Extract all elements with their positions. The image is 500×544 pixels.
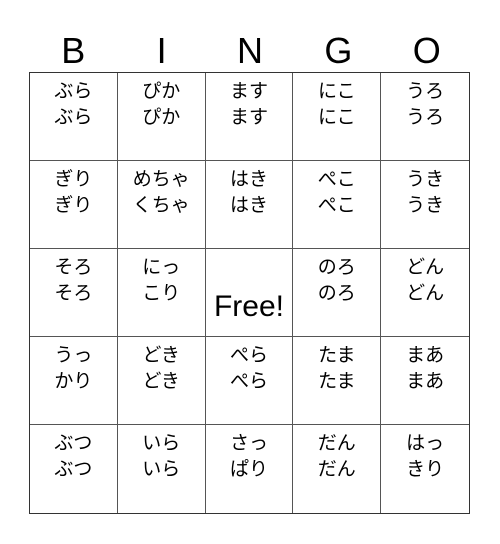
cell-line-2: たま — [318, 370, 356, 392]
cell-line-2: いら — [142, 458, 181, 480]
cell-line-1: ます — [229, 80, 268, 102]
bingo-cell: うき うき — [381, 161, 469, 249]
bingo-cell: どん どん — [381, 249, 469, 337]
cell-line-1: のろ — [317, 256, 356, 278]
header-letter-n: N — [236, 30, 263, 71]
bingo-cell: にこ にこ — [293, 73, 382, 161]
cell-line-2: ぎり — [54, 194, 93, 216]
cell-line-1: うっ — [54, 344, 93, 366]
cell-line-2: かり — [54, 370, 93, 392]
header-letter-g: G — [324, 30, 353, 71]
cell-line-2: うき — [406, 194, 445, 216]
cell-line-1: まあ — [406, 344, 445, 366]
bingo-cell: さっ ぱり — [206, 425, 294, 513]
cell-line-2: のろ — [317, 282, 356, 304]
cell-line-1: いら — [142, 432, 181, 454]
cell-line-2: はき — [229, 194, 268, 216]
bingo-cell: たま たま — [293, 337, 382, 425]
cell-line-1: だん — [317, 432, 356, 454]
cell-line-2: くちゃ — [132, 194, 190, 216]
cell-line-2: こり — [142, 282, 181, 304]
cell-line-1: ぎり — [54, 168, 93, 190]
cell-line-2: にこ — [317, 106, 356, 128]
bingo-cell: いら いら — [118, 425, 206, 513]
bingo-cell: ぴか ぴか — [117, 73, 206, 161]
cell-line-1: ぺこ — [317, 168, 356, 190]
bingo-cell: まあ まあ — [381, 337, 469, 425]
bingo-cell: だん だん — [293, 425, 382, 513]
header-letter-o: O — [412, 30, 441, 71]
cell-line-2: ぶつ — [54, 458, 93, 480]
cell-line-2: ぴか — [142, 106, 181, 128]
bingo-cell: うっ かり — [30, 337, 118, 425]
cell-line-1: はっ — [406, 432, 445, 454]
cell-line-1: どき — [142, 344, 180, 366]
cell-line-1: うき — [406, 168, 445, 190]
cell-line-2: ぶら — [54, 106, 93, 128]
bingo-cell: ぎり ぎり — [30, 161, 118, 249]
bingo-header: B I N G O — [29, 30, 471, 72]
free-space-label: Free! — [213, 289, 284, 323]
bingo-cell: めちゃ くちゃ — [117, 161, 206, 249]
cell-line-2: だん — [317, 458, 356, 480]
cell-line-1: さっ — [229, 432, 268, 454]
bingo-cell: はっ きり — [381, 425, 469, 513]
bingo-cell: どき どき — [117, 337, 206, 425]
cell-line-1: ぺら — [229, 344, 268, 366]
cell-line-1: ぶら — [54, 80, 93, 102]
header-letter-i: I — [156, 30, 167, 71]
bingo-cell: ぺら ぺら — [205, 337, 294, 425]
cell-line-1: めちゃ — [132, 168, 190, 190]
cell-line-1: はき — [229, 168, 268, 190]
bingo-cell: そろ そろ — [30, 249, 118, 337]
cell-line-2: うろ — [406, 106, 445, 128]
cell-line-2: そろ — [54, 282, 93, 304]
bingo-cell: はき はき — [205, 161, 294, 249]
cell-line-1: ぴか — [142, 80, 181, 102]
cell-line-2: どん — [406, 282, 445, 304]
cell-line-2: ます — [229, 106, 268, 128]
cell-line-1: うろ — [406, 80, 445, 102]
cell-line-1: ぶつ — [54, 432, 93, 454]
cell-line-2: まあ — [406, 370, 445, 392]
bingo-cell: ぶら ぶら — [30, 73, 118, 161]
bingo-cell: ぺこ ぺこ — [293, 161, 382, 249]
cell-line-2: ぺこ — [317, 194, 356, 216]
header-letter-b: B — [61, 30, 86, 71]
bingo-cell: ぶつ ぶつ — [30, 425, 118, 513]
cell-line-1: たま — [318, 344, 356, 366]
cell-line-1: そろ — [54, 256, 93, 278]
cell-line-2: どき — [142, 370, 180, 392]
cell-line-1: にっ — [142, 256, 181, 278]
bingo-cell: のろ のろ — [293, 249, 382, 337]
bingo-cell: うろ うろ — [381, 73, 469, 161]
cell-line-2: ぱり — [229, 458, 268, 480]
cell-line-2: きり — [406, 458, 445, 480]
free-space-cell: Free! — [205, 249, 294, 337]
cell-line-1: にこ — [317, 80, 356, 102]
bingo-cell: にっ こり — [117, 249, 206, 337]
cell-line-2: ぺら — [229, 370, 268, 392]
bingo-grid: ぶら ぶら ぴか ぴか ます ます にこ にこ うろ うろ ぎり ぎり めちゃ くちゃ はきは… — [29, 72, 470, 514]
bingo-cell: ます ます — [205, 73, 294, 161]
cell-line-1: どん — [406, 256, 445, 278]
